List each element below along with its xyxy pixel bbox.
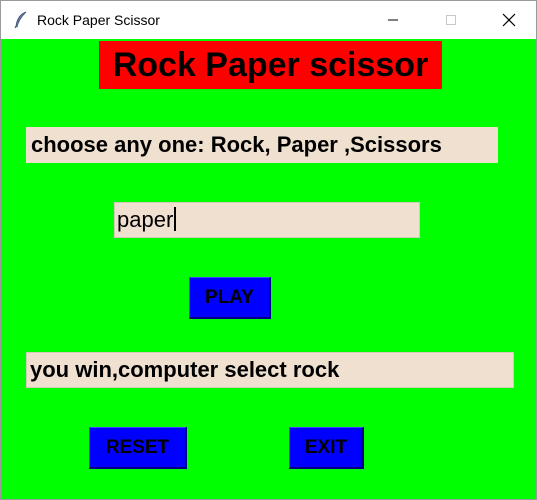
page-title: Rock Paper scissor xyxy=(99,41,442,89)
text-caret xyxy=(174,207,177,231)
minimize-icon xyxy=(388,19,398,21)
app-window: Rock Paper Scissor Rock Paper scissor ch… xyxy=(0,0,537,500)
minimize-button[interactable] xyxy=(370,1,416,39)
result-field[interactable]: you win,computer select rock xyxy=(26,352,514,388)
title-bar[interactable]: Rock Paper Scissor xyxy=(1,1,536,39)
choice-input[interactable]: paper xyxy=(114,202,420,238)
close-icon xyxy=(502,13,516,27)
exit-button[interactable]: EXIT xyxy=(289,427,364,469)
maximize-button[interactable] xyxy=(428,1,474,39)
close-button[interactable] xyxy=(486,1,532,39)
instruction-label: choose any one: Rock, Paper ,Scissors xyxy=(26,127,498,163)
maximize-icon xyxy=(446,15,456,25)
play-button[interactable]: PLAY xyxy=(189,277,271,319)
choice-value: paper xyxy=(117,207,174,232)
window-title: Rock Paper Scissor xyxy=(37,12,160,28)
app-content: Rock Paper scissor choose any one: Rock,… xyxy=(1,39,536,499)
feather-icon xyxy=(14,11,28,29)
reset-button[interactable]: RESET xyxy=(89,427,187,469)
